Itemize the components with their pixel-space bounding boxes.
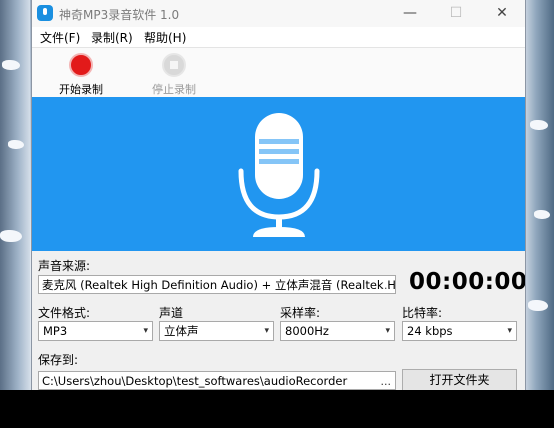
- chevron-down-icon: ▾: [264, 326, 269, 336]
- save-path-field[interactable]: C:\Users\zhou\Desktop\test_softwares\aud…: [38, 371, 396, 390]
- bitrate-select[interactable]: 24 kbps ▾: [402, 321, 517, 341]
- open-folder-button[interactable]: 打开文件夹: [402, 369, 517, 390]
- source-value: 麦克风 (Realtek High Definition Audio) + 立体…: [42, 278, 396, 292]
- channel-select[interactable]: 立体声 ▾: [159, 321, 274, 341]
- title-bar[interactable]: 神奇MP3录音软件 1.0 — ☐ ✕: [32, 0, 525, 27]
- app-icon: [37, 5, 53, 21]
- menu-file[interactable]: 文件(F): [40, 29, 80, 46]
- start-record-button[interactable]: 开始录制: [56, 51, 106, 97]
- menu-bar: 文件(F) 录制(R) 帮助(H): [32, 27, 525, 48]
- desktop-snowy-trees-left: [0, 0, 30, 390]
- toolbar: 开始录制 停止录制: [32, 48, 525, 98]
- save-path-value: C:\Users\zhou\Desktop\test_softwares\aud…: [42, 374, 348, 388]
- settings-panel: 声音来源: 麦克风 (Realtek High Definition Audio…: [32, 251, 525, 390]
- channel-label: 声道: [159, 306, 184, 320]
- source-browse-button[interactable]: ...: [381, 276, 392, 293]
- microphone-icon: [238, 113, 320, 237]
- stop-record-label: 停止录制: [152, 83, 196, 96]
- minimize-button[interactable]: —: [387, 0, 433, 27]
- maximize-button[interactable]: ☐: [433, 0, 479, 27]
- stop-record-button[interactable]: 停止录制: [149, 51, 199, 97]
- menu-record[interactable]: 录制(R): [91, 29, 133, 46]
- microphone-banner: [32, 97, 525, 251]
- recording-timer: 00:00:00: [409, 269, 526, 295]
- app-window: 神奇MP3录音软件 1.0 — ☐ ✕ 文件(F) 录制(R) 帮助(H) 开始…: [31, 0, 526, 390]
- samplerate-label: 采样率:: [280, 306, 321, 320]
- chevron-down-icon: ▾: [143, 326, 148, 336]
- source-field[interactable]: 麦克风 (Realtek High Definition Audio) + 立体…: [38, 275, 396, 294]
- start-record-label: 开始录制: [59, 83, 103, 96]
- format-select[interactable]: MP3 ▾: [38, 321, 153, 341]
- chevron-down-icon: ▾: [385, 326, 390, 336]
- format-value: MP3: [43, 324, 68, 338]
- stop-icon: [162, 53, 186, 77]
- channel-value: 立体声: [164, 324, 199, 338]
- save-label: 保存到:: [38, 353, 79, 367]
- samplerate-value: 8000Hz: [285, 324, 329, 338]
- bitrate-value: 24 kbps: [407, 324, 453, 338]
- chevron-down-icon: ▾: [507, 326, 512, 336]
- format-label: 文件格式:: [38, 306, 91, 320]
- save-browse-button[interactable]: ...: [381, 372, 392, 389]
- desktop-snowy-trees-right: [524, 0, 554, 390]
- window-title: 神奇MP3录音软件 1.0: [59, 8, 180, 22]
- letterbox-bar: [0, 390, 554, 428]
- samplerate-select[interactable]: 8000Hz ▾: [280, 321, 395, 341]
- record-icon: [69, 53, 93, 77]
- menu-help[interactable]: 帮助(H): [144, 29, 186, 46]
- bitrate-label: 比特率:: [402, 306, 443, 320]
- source-label: 声音来源:: [38, 259, 91, 273]
- close-button[interactable]: ✕: [479, 0, 525, 27]
